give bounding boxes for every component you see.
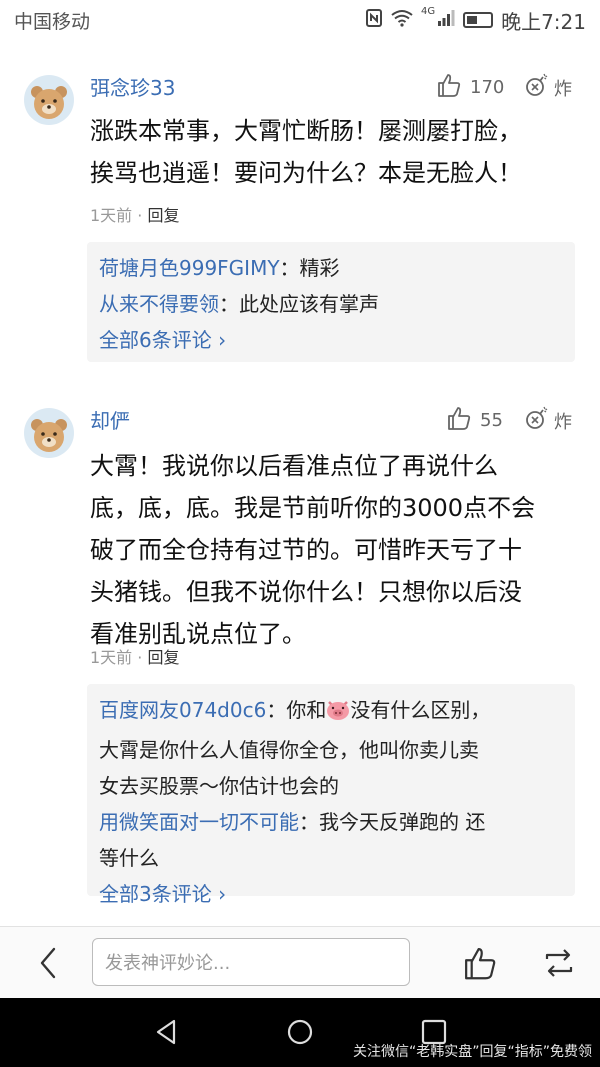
comment-body: 涨跌本常事，大霄忙断肠！屡测屡打脸， 挨骂也逍遥！要问为什么？本是无脸人！ [90,110,580,194]
status-icons: 4G 晚上7:21 [365,6,586,35]
clock: 晚上7:21 [501,9,586,34]
watermark-text: 关注微信“老韩实盘”回复“指标”免费领 [352,1044,592,1060]
reply-button[interactable]: 回复 [147,648,179,667]
like-count: 170 [470,77,505,98]
reply-text: 此处应该有掌声 [239,292,379,316]
comment-body-line: 底，底，底。我是节前听你的3000点不会 [90,494,536,522]
signal-icon [437,9,455,32]
bomb-icon [524,405,550,436]
reply-text: 没有什么区别， [350,698,491,722]
reply-user[interactable]: 百度网友074d0c6 [99,698,266,722]
reply-text: 大霄是你什么人值得你全仓，他叫你卖儿卖 [99,738,479,762]
reply-separator: ： [266,698,287,722]
reply-button[interactable]: 回复 [147,206,179,225]
chevron-left-icon [40,947,56,979]
carrier-name: 中国移动 [14,10,91,33]
reply-item[interactable]: 从来不得要领：此处应该有掌声 [99,286,563,322]
bottom-action-bar: 发表神评妙论... [0,926,600,998]
reply-text: 你和 [286,698,327,722]
back-button[interactable] [34,945,64,981]
thumbs-up-icon [436,72,462,103]
reply-item[interactable]: 荷塘月色999FGIMY：精彩 [99,250,563,286]
meta-separator: · [137,206,143,225]
comment-meta: 1天前 · 回复 [90,202,179,226]
like-button[interactable]: 170 [436,72,504,103]
reply-item[interactable]: 用微笑面对一切不可能：我今天反弹跑的 还 等什么 [99,804,563,876]
comment-input-placeholder: 发表神评妙论... [105,953,231,974]
like-count: 55 [480,410,503,431]
comment-author[interactable]: 却俨 [90,405,130,434]
view-all-replies-link[interactable]: 全部3条评论 › [99,876,563,912]
bomb-icon [524,72,550,103]
comment-body: 大霄！我说你以后看准点位了再说什么 底，底，底。我是节前听你的3000点不会 破… [90,445,580,655]
comment-time: 1天前 [90,206,133,225]
reply-separator: ： [299,810,319,834]
comment-body-line: 挨骂也逍遥！要问为什么？本是无脸人！ [90,159,522,187]
comment-meta: 1天前 · 回复 [90,644,179,668]
like-button[interactable]: 55 [446,405,503,436]
reply-user[interactable]: 从来不得要领 [99,292,219,316]
triangle-back-icon [156,1019,176,1045]
comment-input[interactable]: 发表神评妙论... [92,938,410,986]
reply-separator: ： [219,292,239,316]
reply-user[interactable]: 荷塘月色999FGIMY [99,256,280,280]
system-nav-bar: 关注微信“老韩实盘”回复“指标”免费领 [0,998,600,1067]
comment-author[interactable]: 弭念珍33 [90,72,175,101]
reply-text: 等什么 [99,846,159,870]
reply-box: 荷塘月色999FGIMY：精彩 从来不得要领：此处应该有掌声 全部6条评论 › [87,242,575,362]
reply-user[interactable]: 用微笑面对一切不可能 [99,810,299,834]
nav-home-button[interactable] [286,1018,314,1050]
wifi-icon [391,9,413,32]
comment-body-line: 大霄！我说你以后看准点位了再说什么 [90,452,498,480]
share-button[interactable] [541,945,577,981]
reply-item[interactable]: 百度网友074d0c6：你和 没有什么区别， 大霄是你什么人值得你全仓，他叫你卖… [99,692,563,804]
reply-text: 我今天反弹跑的 还 [319,810,486,834]
bomb-button[interactable]: 炸 [524,405,572,436]
nav-back-button[interactable] [152,1018,180,1050]
comment-body-line: 破了而全仓持有过节的。可惜昨天亏了十 [90,536,522,564]
reply-separator: ： [279,256,300,280]
thumbs-up-icon [465,948,496,980]
nfc-icon [365,8,383,32]
pig-emoji-icon [326,696,350,732]
network-type: 4G [420,5,436,17]
comment-body-line: 涨跌本常事，大霄忙断肠！屡测屡打脸， [90,117,522,145]
reply-text: 女去买股票～你估计也会的 [99,774,339,798]
status-bar: 中国移动 4G 晚上7:21 [0,0,600,40]
comment-body-line: 头猪钱。但我不说你什么！只想你以后没 [90,578,522,606]
avatar[interactable] [24,75,74,125]
reply-box: 百度网友074d0c6：你和 没有什么区别， 大霄是你什么人值得你全仓，他叫你卖… [87,684,575,906]
view-all-replies-link[interactable]: 全部6条评论 › [99,322,563,358]
circle-home-icon [287,1019,313,1045]
article-like-button[interactable] [462,945,498,981]
reply-text: 精彩 [299,256,340,280]
bomb-button[interactable]: 炸 [524,72,572,103]
bomb-label: 炸 [554,78,572,100]
thumbs-up-icon [446,405,472,436]
comment-time: 1天前 [90,648,133,667]
bomb-label: 炸 [554,411,572,433]
meta-separator: · [137,648,143,667]
avatar[interactable] [24,408,74,458]
share-arrows-icon [545,949,573,977]
battery-icon [463,12,494,28]
